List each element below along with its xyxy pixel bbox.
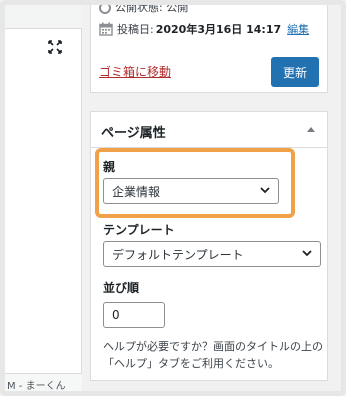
parent-label: 親 <box>103 160 116 174</box>
template-select-value: デフォルトテンプレート <box>112 248 244 262</box>
page-attributes-header[interactable]: ページ属性 <box>91 112 327 148</box>
edit-date-link[interactable]: 編集 <box>287 21 309 37</box>
publish-date: 投稿日: 2020年3月16日 14:17 編集 <box>99 21 309 37</box>
update-button[interactable]: 更新 <box>271 57 319 87</box>
editor-panel: M - まーくん <box>5 28 82 391</box>
page-attributes-box: ページ属性 親 企業情報 テンプレート デフォルトテンプレート 並び順 0 ヘル… <box>90 111 328 381</box>
fullscreen-icon[interactable] <box>45 37 65 57</box>
page-attributes-title: ページ属性 <box>101 126 166 141</box>
date-value: 2020年3月16日 14:17 <box>155 23 282 36</box>
chevron-down-icon <box>302 250 312 257</box>
visibility-text: 公開状態: 公開 <box>115 1 189 14</box>
sidebar: 公開状態: 公開 投稿日: 2020年3月16日 14:17 編集 ゴミ箱に移動… <box>82 1 336 391</box>
collapse-arrow-icon[interactable] <box>307 127 315 132</box>
image-caption: M - まーくん <box>5 373 82 391</box>
date-label: 投稿日: <box>117 23 154 36</box>
template-label: テンプレート <box>103 223 175 237</box>
chevron-down-icon <box>260 187 270 194</box>
move-to-trash-link[interactable]: ゴミ箱に移動 <box>99 63 171 80</box>
publish-box: 公開状態: 公開 投稿日: 2020年3月16日 14:17 編集 ゴミ箱に移動… <box>90 1 328 93</box>
parent-select[interactable]: 企業情報 <box>103 178 279 204</box>
visibility-status: 公開状態: 公開 <box>99 0 188 15</box>
calendar-icon <box>99 22 113 36</box>
visibility-icon <box>99 2 111 14</box>
parent-select-value: 企業情報 <box>112 185 161 199</box>
order-label: 並び順 <box>103 281 140 295</box>
help-text: ヘルプが必要ですか？画面のタイトルの上の「ヘルプ」タブをご利用ください。 <box>103 340 323 370</box>
order-input[interactable]: 0 <box>103 302 165 328</box>
template-select[interactable]: デフォルトテンプレート <box>103 241 321 267</box>
editor-area: M - まーくん <box>5 5 82 391</box>
